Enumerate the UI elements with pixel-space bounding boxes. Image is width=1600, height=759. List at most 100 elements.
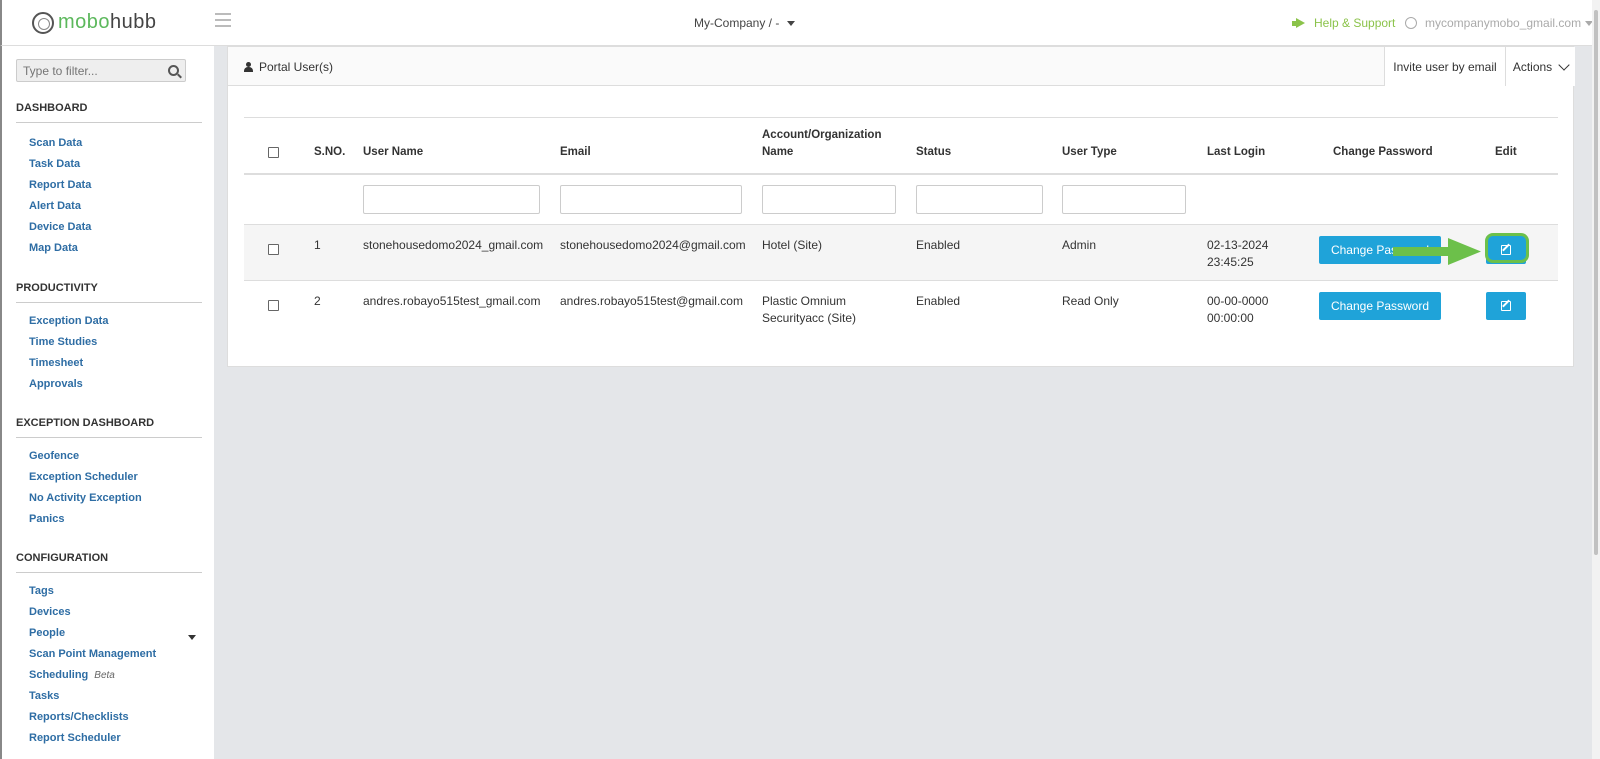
menu-toggle-icon[interactable] <box>215 13 231 27</box>
sidebar-item-geofence[interactable]: Geofence <box>29 450 79 462</box>
sidebar-item-map-data[interactable]: Map Data <box>29 242 78 254</box>
cell-email: andres.robayo515test@gmail.com <box>560 294 743 308</box>
header-sno: S.NO. <box>314 146 346 158</box>
cell-account-line2: Securityacc (Site) <box>762 311 857 325</box>
cell-usertype: Read Only <box>1062 294 1119 308</box>
sidebar-item-panics[interactable]: Panics <box>29 513 64 525</box>
logo[interactable]: mobohubb <box>32 11 157 34</box>
cell-username: stonehousedomo2024_gmail.com <box>363 238 544 252</box>
cell-status: Enabled <box>916 238 961 252</box>
sidebar-item-report-scheduler[interactable]: Report Scheduler <box>29 732 121 744</box>
sidebar-item-reports-checklists[interactable]: Reports/Checklists <box>29 711 129 723</box>
header-account-line1: Account/Organization <box>762 129 882 141</box>
logo-text-part1: mobo <box>58 11 111 33</box>
panel-header: Portal User(s) Invite user by email Acti… <box>228 47 1575 86</box>
logo-icon <box>32 11 54 34</box>
cell-lastlogin: 02-13-2024 23:45:25 <box>1207 237 1268 271</box>
header-email[interactable]: Email <box>560 144 591 161</box>
panel-title-label: Portal User(s) <box>259 60 334 74</box>
sidebar-item-approvals[interactable]: Approvals <box>29 378 83 390</box>
header-account-line2: Name <box>762 146 794 158</box>
sidebar-item-scheduling[interactable]: Scheduling Beta <box>29 669 115 681</box>
sidebar-item-exception-scheduler[interactable]: Exception Scheduler <box>29 471 138 483</box>
user-menu[interactable]: mycompanymobo_gmail.com <box>1405 16 1594 30</box>
sidebar-item-task-data[interactable]: Task Data <box>29 158 80 170</box>
scrollbar-thumb[interactable] <box>1594 10 1598 555</box>
megaphone-icon <box>1292 17 1306 29</box>
table-top-border <box>244 117 1558 118</box>
sidebar-item-report-data[interactable]: Report Data <box>29 179 91 191</box>
top-bar: mobohubb My-Company / - Help & Support m… <box>0 0 1600 46</box>
usertype-filter-input[interactable] <box>1062 185 1186 214</box>
company-selector[interactable]: My-Company / - <box>694 16 796 30</box>
change-password-button[interactable]: Change Password <box>1319 292 1441 320</box>
username-filter-input[interactable] <box>363 185 540 214</box>
filter-input[interactable] <box>23 63 163 78</box>
header-lastlogin[interactable]: Last Login <box>1207 144 1265 161</box>
user-circle-icon <box>1405 17 1417 29</box>
cell-email: stonehousedomo2024@gmail.com <box>560 238 746 252</box>
beta-badge: Beta <box>94 670 115 681</box>
section-productivity: PRODUCTIVITY <box>16 282 202 303</box>
sidebar-item-people[interactable]: People <box>29 627 65 639</box>
caret-down-icon[interactable] <box>188 635 196 640</box>
actions-dropdown[interactable]: Actions <box>1505 47 1575 86</box>
sidebar-item-scan-point-management[interactable]: Scan Point Management <box>29 648 156 660</box>
cell-account: Hotel (Site) <box>762 238 823 252</box>
cell-sno: 2 <box>314 294 321 308</box>
sidebar-filter[interactable] <box>16 59 186 82</box>
help-label: Help & Support <box>1314 16 1396 30</box>
cell-usertype: Admin <box>1062 238 1097 252</box>
cell-account-line1: Plastic Omnium <box>762 294 847 308</box>
sidebar-item-tasks[interactable]: Tasks <box>29 690 59 702</box>
cell-username: andres.robayo515test_gmail.com <box>363 294 541 308</box>
cell-lastlogin-date: 02-13-2024 <box>1207 238 1269 252</box>
sidebar-item-scan-data[interactable]: Scan Data <box>29 137 82 149</box>
sidebar-item-tags[interactable]: Tags <box>29 585 54 597</box>
portal-users-panel: Portal User(s) Invite user by email Acti… <box>227 46 1575 367</box>
header-status[interactable]: Status <box>916 144 951 161</box>
invite-user-button[interactable]: Invite user by email <box>1384 47 1505 86</box>
status-filter-input[interactable] <box>916 185 1043 214</box>
section-dashboard: DASHBOARD <box>16 102 202 123</box>
header-usertype[interactable]: User Type <box>1062 144 1117 161</box>
caret-down-icon <box>787 20 796 26</box>
header-changepw: Change Password <box>1333 146 1433 158</box>
sidebar-item-devices[interactable]: Devices <box>29 606 71 618</box>
sidebar-item-label: Scheduling <box>29 669 89 681</box>
sidebar-item-time-studies[interactable]: Time Studies <box>29 336 97 348</box>
edit-button[interactable] <box>1486 292 1526 320</box>
search-icon[interactable] <box>168 65 179 76</box>
logo-text-part2: hubb <box>110 11 157 33</box>
cell-lastlogin: 00-00-0000 00:00:00 <box>1207 293 1268 327</box>
sidebar-item-device-data[interactable]: Device Data <box>29 221 91 233</box>
row-checkbox[interactable] <box>268 300 279 311</box>
highlight-ring <box>1485 233 1529 263</box>
sidebar-item-no-activity-exception[interactable]: No Activity Exception <box>29 492 142 504</box>
cell-status: Enabled <box>916 294 961 308</box>
sidebar-item-exception-data[interactable]: Exception Data <box>29 315 108 327</box>
header-username[interactable]: User Name <box>363 144 423 161</box>
email-filter-input[interactable] <box>560 185 742 214</box>
company-label: My-Company / - <box>694 16 780 30</box>
cell-lastlogin-time: 23:45:25 <box>1207 255 1254 269</box>
sidebar-item-alert-data[interactable]: Alert Data <box>29 200 81 212</box>
pointer-arrow-icon <box>1393 238 1481 265</box>
header-account[interactable]: Account/Organization Name <box>762 127 881 161</box>
row-checkbox[interactable] <box>268 244 279 255</box>
cell-lastlogin-time: 00:00:00 <box>1207 311 1254 325</box>
header-edit: Edit <box>1495 146 1517 158</box>
sidebar: DASHBOARD Scan Data Task Data Report Dat… <box>0 46 214 759</box>
actions-label: Actions <box>1512 59 1553 74</box>
edit-icon <box>1501 301 1511 311</box>
header-divider <box>244 173 1558 175</box>
chevron-down-icon <box>1558 58 1570 71</box>
sidebar-item-timesheet[interactable]: Timesheet <box>29 357 83 369</box>
cell-lastlogin-date: 00-00-0000 <box>1207 294 1269 308</box>
row-divider <box>244 280 1558 281</box>
panel-title: Portal User(s) <box>244 60 333 74</box>
section-exception-dashboard: EXCEPTION DASHBOARD <box>16 417 202 438</box>
account-filter-input[interactable] <box>762 185 896 214</box>
help-support-link[interactable]: Help & Support <box>1292 16 1395 30</box>
select-all-checkbox[interactable] <box>268 147 279 158</box>
